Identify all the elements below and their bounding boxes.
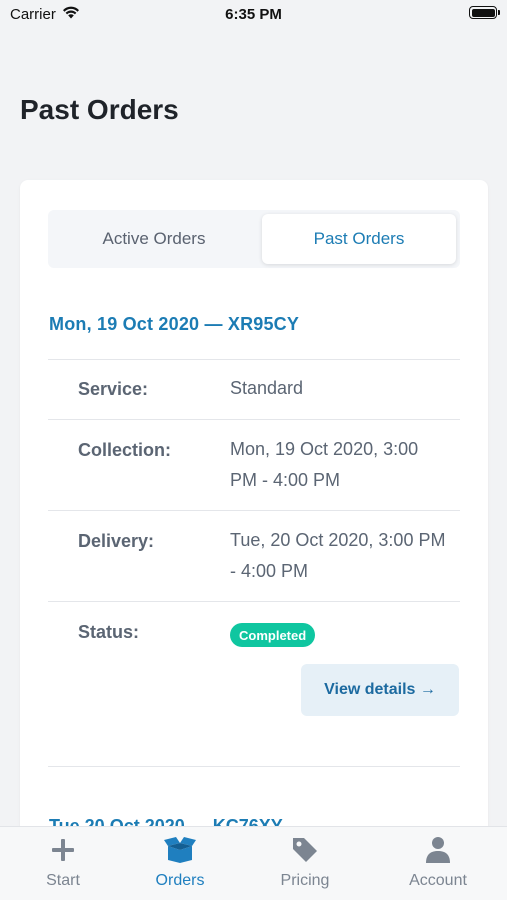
service-label: Service: <box>78 379 149 399</box>
page-title: Past Orders <box>20 94 179 125</box>
clock: 6:35 PM <box>225 6 282 23</box>
collection-label: Collection: <box>78 440 171 460</box>
tab-label: Account <box>409 872 467 889</box>
delivery-label: Delivery: <box>78 531 155 551</box>
box-icon <box>164 836 196 864</box>
service-value: Standard <box>230 378 304 398</box>
plus-icon <box>51 836 75 864</box>
delivery-value: Tue, 20 Oct 2020, 3:00 PM - 4:00 PM <box>230 530 446 581</box>
order-title[interactable]: Mon, 19 Oct 2020 — XR95CY <box>49 314 299 335</box>
status-label: Status: <box>78 622 140 642</box>
tab-label: Pricing <box>280 872 330 889</box>
divider <box>48 359 460 360</box>
tab-label: Start <box>46 872 80 889</box>
divider <box>48 601 460 602</box>
tab-active-orders[interactable]: Active Orders <box>52 214 256 264</box>
battery-icon <box>469 6 500 19</box>
collection-value: Mon, 19 Oct 2020, 3:00 PM - 4:00 PM <box>230 439 419 490</box>
tab-pricing[interactable]: Pricing <box>242 827 368 900</box>
tab-start[interactable]: Start <box>0 827 126 900</box>
orders-segmented-control: Active Orders Past Orders <box>48 210 460 268</box>
tab-orders[interactable]: Orders <box>117 827 243 900</box>
status-bar: Carrier 6:35 PM <box>0 0 507 30</box>
bottom-tab-bar: Start Orders Pricing Account <box>0 826 507 900</box>
person-icon <box>426 836 450 864</box>
tab-past-orders[interactable]: Past Orders <box>262 214 456 264</box>
tab-account[interactable]: Account <box>375 827 501 900</box>
divider <box>48 510 460 511</box>
tag-icon <box>291 836 319 864</box>
orders-card: Active Orders Past Orders Mon, 19 Oct 20… <box>20 180 488 840</box>
tab-label: Orders <box>155 872 205 889</box>
divider <box>48 419 460 420</box>
view-details-button[interactable]: View details → <box>301 664 459 716</box>
status-badge: Completed <box>230 623 316 647</box>
divider <box>48 766 460 767</box>
